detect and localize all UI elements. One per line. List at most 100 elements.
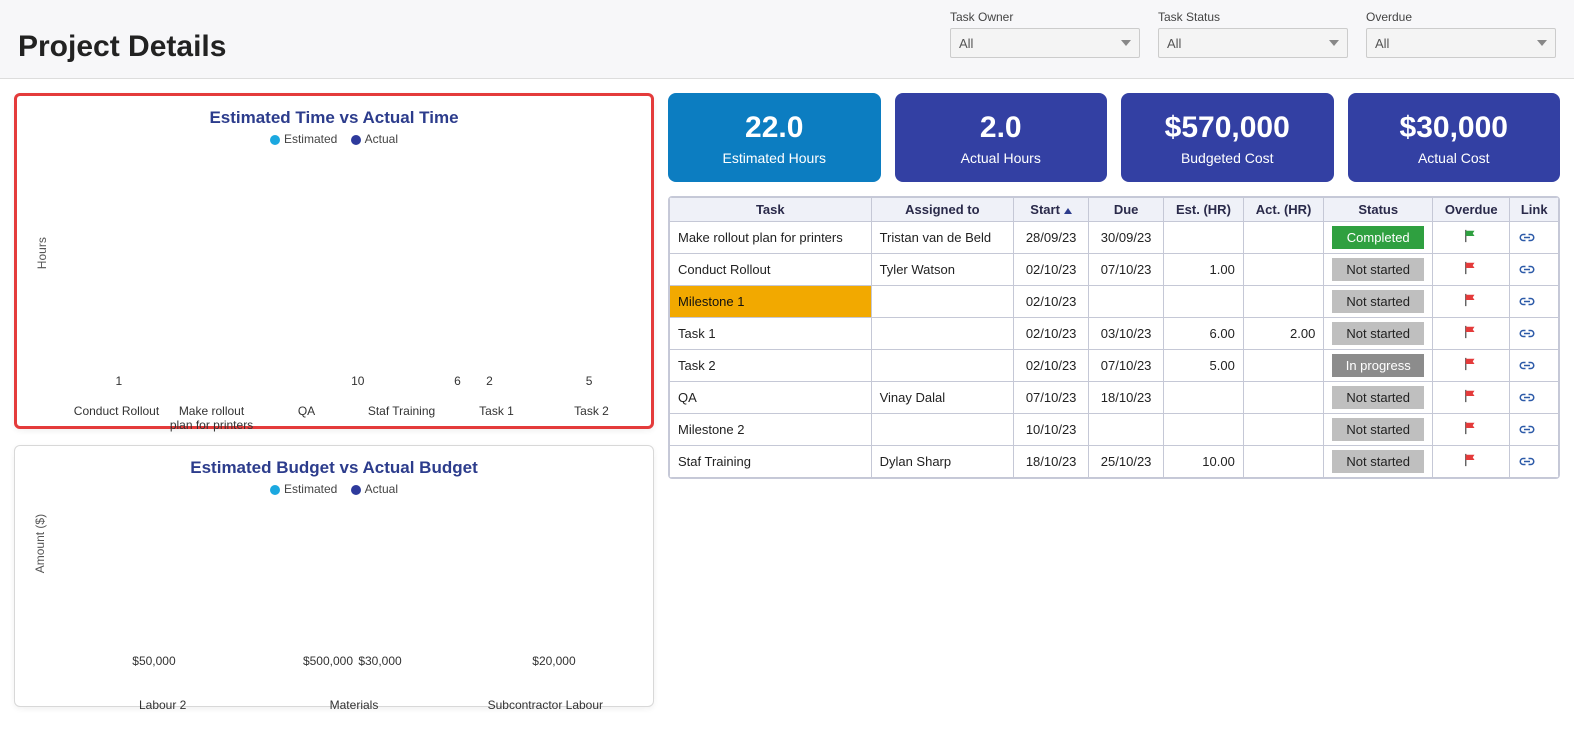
task-table-card: TaskAssigned toStartDueEst. (HR)Act. (HR… bbox=[668, 196, 1560, 479]
flag-icon bbox=[1464, 325, 1478, 339]
cell-task: Milestone 1 bbox=[670, 286, 872, 318]
cell-est: 10.00 bbox=[1164, 446, 1244, 478]
cell-task: Task 2 bbox=[670, 350, 872, 382]
table-row[interactable]: Task 102/10/2303/10/236.002.00Not starte… bbox=[670, 318, 1559, 350]
kpi-value: $30,000 bbox=[1356, 111, 1553, 144]
cell-link[interactable] bbox=[1510, 350, 1559, 382]
cell-status: Not started bbox=[1324, 382, 1433, 414]
column-assigned-to[interactable]: Assigned to bbox=[871, 198, 1014, 222]
bar-group: $500,000$30,000 bbox=[303, 654, 405, 670]
status-chip: Completed bbox=[1332, 226, 1424, 249]
cell-est bbox=[1164, 222, 1244, 254]
task-table: TaskAssigned toStartDueEst. (HR)Act. (HR… bbox=[669, 197, 1559, 478]
legend-dot-estimated bbox=[270, 135, 280, 145]
table-row[interactable]: Conduct RolloutTyler Watson02/10/2307/10… bbox=[670, 254, 1559, 286]
legend-label-estimated-2: Estimated bbox=[284, 482, 337, 496]
flag-icon bbox=[1464, 357, 1478, 371]
x-tick-label: Labour 2 bbox=[83, 698, 243, 712]
cell-est bbox=[1164, 286, 1244, 318]
cell-overdue bbox=[1433, 414, 1510, 446]
filter-value: All bbox=[1375, 36, 1389, 51]
filter-select[interactable]: All bbox=[1366, 28, 1556, 58]
bar-group: $50,000 bbox=[129, 654, 179, 670]
cell-due: 07/10/23 bbox=[1089, 254, 1164, 286]
x-tick-label: Make rollout plan for printers bbox=[167, 404, 257, 432]
x-tick-label: QA bbox=[262, 404, 352, 432]
table-row[interactable]: Task 202/10/2307/10/235.00In progress bbox=[670, 350, 1559, 382]
column-start[interactable]: Start bbox=[1014, 198, 1089, 222]
cell-due bbox=[1089, 286, 1164, 318]
column-task[interactable]: Task bbox=[670, 198, 872, 222]
filter-label: Task Status bbox=[1158, 10, 1348, 24]
cell-assigned: Tyler Watson bbox=[871, 254, 1014, 286]
bar-value-label: 5 bbox=[586, 374, 593, 388]
page-title: Project Details bbox=[18, 30, 226, 64]
cell-start: 02/10/23 bbox=[1014, 318, 1089, 350]
chart-budget-title: Estimated Budget vs Actual Budget bbox=[27, 458, 641, 478]
column-status[interactable]: Status bbox=[1324, 198, 1433, 222]
cell-link[interactable] bbox=[1510, 254, 1559, 286]
x-tick-label: Task 1 bbox=[452, 404, 542, 432]
cell-status: Not started bbox=[1324, 286, 1433, 318]
cell-status: Not started bbox=[1324, 254, 1433, 286]
cell-task: QA bbox=[670, 382, 872, 414]
kpi-label: Actual Cost bbox=[1356, 150, 1553, 166]
link-icon[interactable] bbox=[1518, 233, 1550, 242]
kpi-label: Actual Hours bbox=[903, 150, 1100, 166]
x-tick-label: Materials bbox=[274, 698, 434, 712]
kpi-label: Estimated Hours bbox=[676, 150, 873, 166]
bar-value-label: 10 bbox=[351, 374, 364, 388]
cell-link[interactable] bbox=[1510, 286, 1559, 318]
table-row[interactable]: QAVinay Dalal07/10/2318/10/23Not started bbox=[670, 382, 1559, 414]
filter-select[interactable]: All bbox=[1158, 28, 1348, 58]
legend-label-estimated: Estimated bbox=[284, 132, 337, 146]
link-icon[interactable] bbox=[1518, 425, 1550, 434]
cell-start: 28/09/23 bbox=[1014, 222, 1089, 254]
filter-select[interactable]: All bbox=[950, 28, 1140, 58]
table-row[interactable]: Make rollout plan for printersTristan va… bbox=[670, 222, 1559, 254]
flag-icon bbox=[1464, 261, 1478, 275]
bar-value-label: 2 bbox=[486, 374, 493, 388]
link-icon[interactable] bbox=[1518, 265, 1550, 274]
link-icon[interactable] bbox=[1518, 393, 1550, 402]
bar-value-label: $500,000 bbox=[303, 654, 353, 668]
column-act-hr-[interactable]: Act. (HR) bbox=[1243, 198, 1324, 222]
cell-overdue bbox=[1433, 222, 1510, 254]
cell-act bbox=[1243, 446, 1324, 478]
cell-due: 03/10/23 bbox=[1089, 318, 1164, 350]
cell-due: 30/09/23 bbox=[1089, 222, 1164, 254]
column-est-hr-[interactable]: Est. (HR) bbox=[1164, 198, 1244, 222]
cell-est: 6.00 bbox=[1164, 318, 1244, 350]
cell-due: 25/10/23 bbox=[1089, 446, 1164, 478]
cell-link[interactable] bbox=[1510, 222, 1559, 254]
cell-link[interactable] bbox=[1510, 382, 1559, 414]
chart-time-card: Estimated Time vs Actual Time Estimated … bbox=[14, 93, 654, 429]
column-overdue[interactable]: Overdue bbox=[1433, 198, 1510, 222]
link-icon[interactable] bbox=[1518, 361, 1550, 370]
cell-start: 18/10/23 bbox=[1014, 446, 1089, 478]
column-link[interactable]: Link bbox=[1510, 198, 1559, 222]
cell-link[interactable] bbox=[1510, 318, 1559, 350]
cell-link[interactable] bbox=[1510, 414, 1559, 446]
kpi-value: $570,000 bbox=[1129, 111, 1326, 144]
column-due[interactable]: Due bbox=[1089, 198, 1164, 222]
table-row[interactable]: Milestone 210/10/23Not started bbox=[670, 414, 1559, 446]
bar-group: 62 bbox=[442, 374, 504, 390]
table-row[interactable]: Milestone 1 02/10/23 Not started bbox=[670, 286, 1559, 318]
cell-overdue bbox=[1433, 382, 1510, 414]
chart-time-legend: Estimated Actual bbox=[29, 132, 639, 146]
cell-act bbox=[1243, 350, 1324, 382]
flag-icon bbox=[1464, 293, 1478, 307]
link-icon[interactable] bbox=[1518, 329, 1550, 338]
chevron-down-icon bbox=[1329, 40, 1339, 46]
link-icon[interactable] bbox=[1518, 297, 1550, 306]
cell-start: 02/10/23 bbox=[1014, 286, 1089, 318]
cell-status: Not started bbox=[1324, 446, 1433, 478]
chart-time-plot: Hours 110625 Conduct RolloutMake rollout… bbox=[59, 152, 639, 412]
link-icon[interactable] bbox=[1518, 457, 1550, 466]
cell-link[interactable] bbox=[1510, 446, 1559, 478]
legend-dot-actual bbox=[351, 135, 361, 145]
table-row[interactable]: Staf TrainingDylan Sharp18/10/2325/10/23… bbox=[670, 446, 1559, 478]
task-table-body: Make rollout plan for printersTristan va… bbox=[670, 222, 1559, 478]
status-chip: Not started bbox=[1332, 290, 1424, 313]
